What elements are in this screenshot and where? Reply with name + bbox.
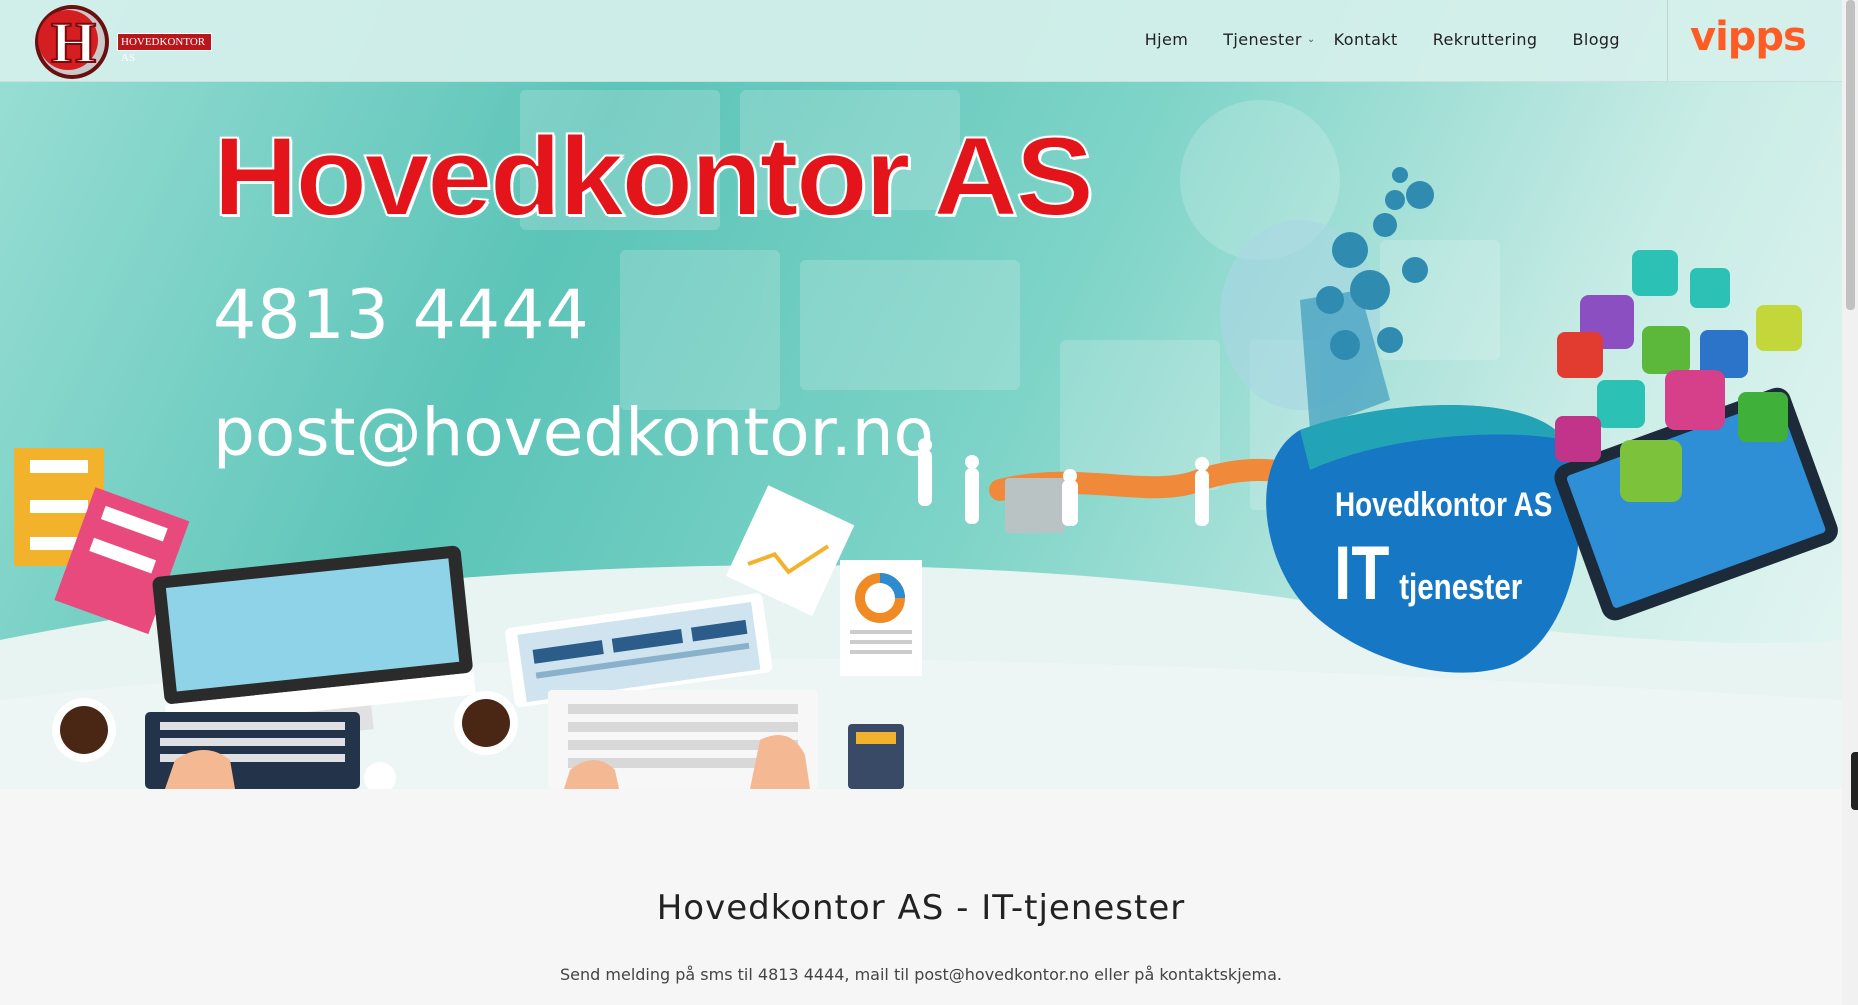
nav-blogg[interactable]: Blogg <box>1572 30 1620 49</box>
nav-rekruttering-label: Rekruttering <box>1432 30 1538 49</box>
logo-h-icon: H <box>35 5 109 79</box>
main-nav: Hjem Tjenester ⌄ Kontakt Rekruttering Blo… <box>1110 30 1620 49</box>
nav-tjenester[interactable]: Tjenester ⌄ <box>1223 30 1315 49</box>
nav-blogg-label: Blogg <box>1572 30 1620 49</box>
vipps-logo[interactable]: vipps <box>1690 14 1815 62</box>
logo-letter: H <box>51 10 96 75</box>
page-title: Hovedkontor AS - IT-tjenester <box>656 888 1186 928</box>
hero-banner: Hovedkontor AS 4813 4444 post@hovedkonto… <box>0 0 1842 789</box>
badge-company-name: Hovedkontor AS <box>1335 486 1553 524</box>
contact-intro-text: Send melding på sms til 4813 4444, mail … <box>560 965 1282 984</box>
header-divider <box>1667 0 1668 81</box>
hero-phone: 4813 4444 <box>213 276 590 355</box>
nav-rekruttering[interactable]: Rekruttering <box>1433 30 1538 49</box>
nav-hjem-label: Hjem <box>1144 30 1189 49</box>
nav-kontakt-label: Kontakt <box>1333 30 1398 49</box>
scrollbar-thumb[interactable] <box>1846 0 1855 310</box>
nav-tjenester-label: Tjenester <box>1223 30 1302 49</box>
chevron-down-icon: ⌄ <box>1306 34 1316 45</box>
badge-it-label: IT <box>1334 531 1390 616</box>
badge-it-services: IT tjenester <box>1334 530 1522 617</box>
nav-kontakt[interactable]: Kontakt <box>1334 30 1398 49</box>
site-header: H HOVEDKONTOR AS Hjem Tjenester ⌄ Kontakt… <box>0 0 1842 82</box>
vipps-logo-text: vipps <box>1690 14 1807 60</box>
hero-title: Hovedkontor AS <box>212 114 1095 240</box>
calculator-illustration <box>848 724 904 789</box>
hero-email: post@hovedkontor.no <box>213 394 934 471</box>
site-logo[interactable]: H HOVEDKONTOR AS <box>32 2 212 80</box>
scrollbar[interactable] <box>1842 0 1858 1005</box>
badge-tjenester-label: tjenester <box>1399 566 1523 607</box>
nav-hjem[interactable]: Hjem <box>1145 30 1189 49</box>
logo-text: HOVEDKONTOR AS <box>117 33 212 64</box>
side-widget-tab[interactable] <box>1851 752 1858 810</box>
